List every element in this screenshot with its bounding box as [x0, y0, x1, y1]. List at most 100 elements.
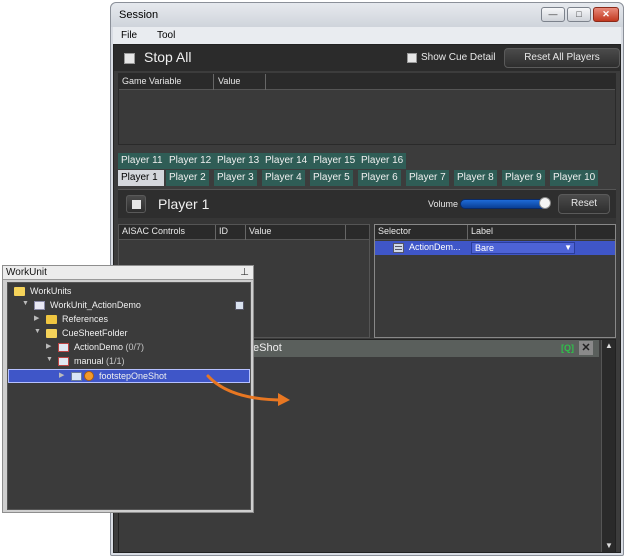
column-divider[interactable]: [345, 225, 346, 240]
tree-item-manual[interactable]: ▼ manual (1/1): [8, 355, 250, 369]
menu-file[interactable]: File: [121, 30, 137, 41]
column-divider[interactable]: [265, 74, 266, 90]
selector-row[interactable]: ActionDem... Bare ▼: [375, 241, 615, 255]
column-label[interactable]: Label: [471, 226, 493, 236]
tab-player-2[interactable]: Player 2: [166, 170, 209, 186]
column-divider[interactable]: [467, 225, 468, 240]
tab-player-11[interactable]: Player 11: [118, 153, 166, 169]
tree-item-cuesheetfolder[interactable]: ▼ CueSheetFolder: [8, 327, 250, 341]
tab-player-16[interactable]: Player 16: [358, 153, 407, 169]
workunit-icon: [34, 301, 45, 310]
dropdown-arrow-icon: ▼: [564, 243, 572, 252]
screen: Session — □ ✕ File Tool Stop All Show Cu…: [0, 0, 626, 558]
cue-q-badge[interactable]: [Q]: [561, 343, 574, 353]
tree-label: WorkUnits: [30, 286, 72, 296]
tab-player-8[interactable]: Player 8: [454, 170, 497, 186]
stop-all-label[interactable]: Stop All: [144, 49, 191, 65]
tab-player-10[interactable]: Player 10: [550, 170, 599, 186]
aisac-header: AISAC Controls ID Value: [119, 225, 369, 240]
selector-table: Selector Label ActionDem... Bare ▼: [374, 224, 616, 338]
scroll-up-arrow-icon[interactable]: ▲: [602, 340, 616, 352]
stop-all-checkbox[interactable]: [124, 53, 135, 64]
tab-player-6[interactable]: Player 6: [358, 170, 401, 186]
volume-slider-thumb[interactable]: [539, 197, 551, 209]
expand-arrow-icon[interactable]: ▼: [46, 356, 53, 363]
volume-slider[interactable]: [460, 199, 550, 209]
player-reset-button[interactable]: Reset: [558, 194, 610, 214]
folder-open-icon: [46, 329, 57, 338]
drag-arrow-icon: [206, 374, 290, 406]
cuesheet-icon: [58, 343, 69, 352]
scroll-down-arrow-icon[interactable]: ▼: [602, 540, 616, 552]
cue-detail-title: eShot: [253, 342, 282, 354]
tree-item-references[interactable]: ▶ References: [8, 313, 250, 327]
player-stop-button[interactable]: [126, 195, 146, 213]
tree-item-workunit-actiondemo[interactable]: ▼ WorkUnit_ActionDemo: [8, 299, 250, 313]
tree-item-actiondemo[interactable]: ▶ ActionDemo (0/7): [8, 341, 250, 355]
player-title: Player 1: [158, 196, 210, 212]
game-variable-table: Game Variable Value: [118, 73, 616, 145]
cue-icon: [71, 372, 82, 381]
column-id[interactable]: ID: [219, 226, 228, 236]
collapse-arrow-icon[interactable]: ▶: [46, 342, 51, 350]
player-header: Player 1 Volume Reset: [118, 190, 616, 218]
cuesheet-count: (0/7): [125, 342, 145, 352]
tree-label: CueSheetFolder: [62, 328, 128, 338]
expand-arrow-icon[interactable]: ▼: [22, 300, 29, 307]
session-toolbar: Stop All Show Cue Detail Reset All Playe…: [114, 45, 620, 71]
show-cue-detail-checkbox[interactable]: [407, 53, 417, 63]
collapse-arrow-icon[interactable]: ▶: [59, 371, 64, 379]
tab-player-9[interactable]: Player 9: [502, 170, 545, 186]
workunit-header: WorkUnit ⊥: [3, 266, 253, 280]
cue-close-button[interactable]: ✕: [579, 341, 593, 355]
minimize-button[interactable]: —: [541, 7, 565, 22]
selector-name: ActionDem...: [409, 242, 461, 252]
cue-scrollbar[interactable]: ▲ ▼: [601, 340, 615, 552]
tab-player-13[interactable]: Player 13: [214, 153, 263, 169]
selector-header: Selector Label: [375, 225, 615, 240]
game-variable-header: Game Variable Value: [119, 74, 615, 90]
column-selector[interactable]: Selector: [378, 226, 411, 236]
tab-player-15[interactable]: Player 15: [310, 153, 359, 169]
label-dropdown-value: Bare: [475, 243, 495, 253]
tree-label: References: [62, 314, 109, 324]
pin-icon[interactable]: ⊥: [240, 267, 249, 278]
folder-icon: [46, 315, 57, 324]
tree-label: manual (1/1): [74, 356, 125, 366]
close-button[interactable]: ✕: [593, 7, 619, 22]
tree-label: footstepOneShot: [99, 371, 167, 381]
volume-label: Volume: [428, 199, 459, 209]
tab-player-5[interactable]: Player 5: [310, 170, 353, 186]
column-value[interactable]: Value: [249, 226, 271, 236]
folder-open-icon: [14, 287, 25, 296]
column-game-variable[interactable]: Game Variable: [122, 76, 181, 86]
tab-player-3[interactable]: Player 3: [214, 170, 257, 186]
tree-item-workunits[interactable]: WorkUnits: [8, 285, 250, 299]
menu-tool[interactable]: Tool: [157, 30, 175, 41]
collapse-arrow-icon[interactable]: ▶: [34, 314, 39, 322]
reset-all-players-button[interactable]: Reset All Players: [504, 48, 620, 68]
column-divider[interactable]: [245, 225, 246, 240]
column-divider[interactable]: [575, 225, 576, 240]
window-title: Session: [119, 9, 159, 21]
workunit-title: WorkUnit: [6, 267, 47, 278]
cuesheet-name: ActionDemo: [74, 342, 124, 352]
column-aisac-controls[interactable]: AISAC Controls: [122, 226, 185, 236]
tree-label: WorkUnit_ActionDemo: [50, 300, 141, 310]
save-icon[interactable]: [235, 301, 244, 310]
maximize-button[interactable]: □: [567, 7, 591, 22]
group-name: manual: [74, 356, 104, 366]
group-count: (1/1): [106, 356, 125, 366]
tab-player-14[interactable]: Player 14: [262, 153, 311, 169]
tab-player-1[interactable]: Player 1: [118, 170, 164, 186]
label-dropdown[interactable]: Bare ▼: [471, 242, 575, 254]
expand-arrow-icon[interactable]: ▼: [34, 328, 41, 335]
tab-player-12[interactable]: Player 12: [166, 153, 215, 169]
tab-player-4[interactable]: Player 4: [262, 170, 305, 186]
tab-player-7[interactable]: Player 7: [406, 170, 449, 186]
tree-label: ActionDemo (0/7): [74, 342, 144, 352]
column-divider[interactable]: [215, 225, 216, 240]
column-divider[interactable]: [213, 74, 214, 90]
stop-square-icon: [132, 200, 141, 209]
column-value[interactable]: Value: [218, 76, 240, 86]
